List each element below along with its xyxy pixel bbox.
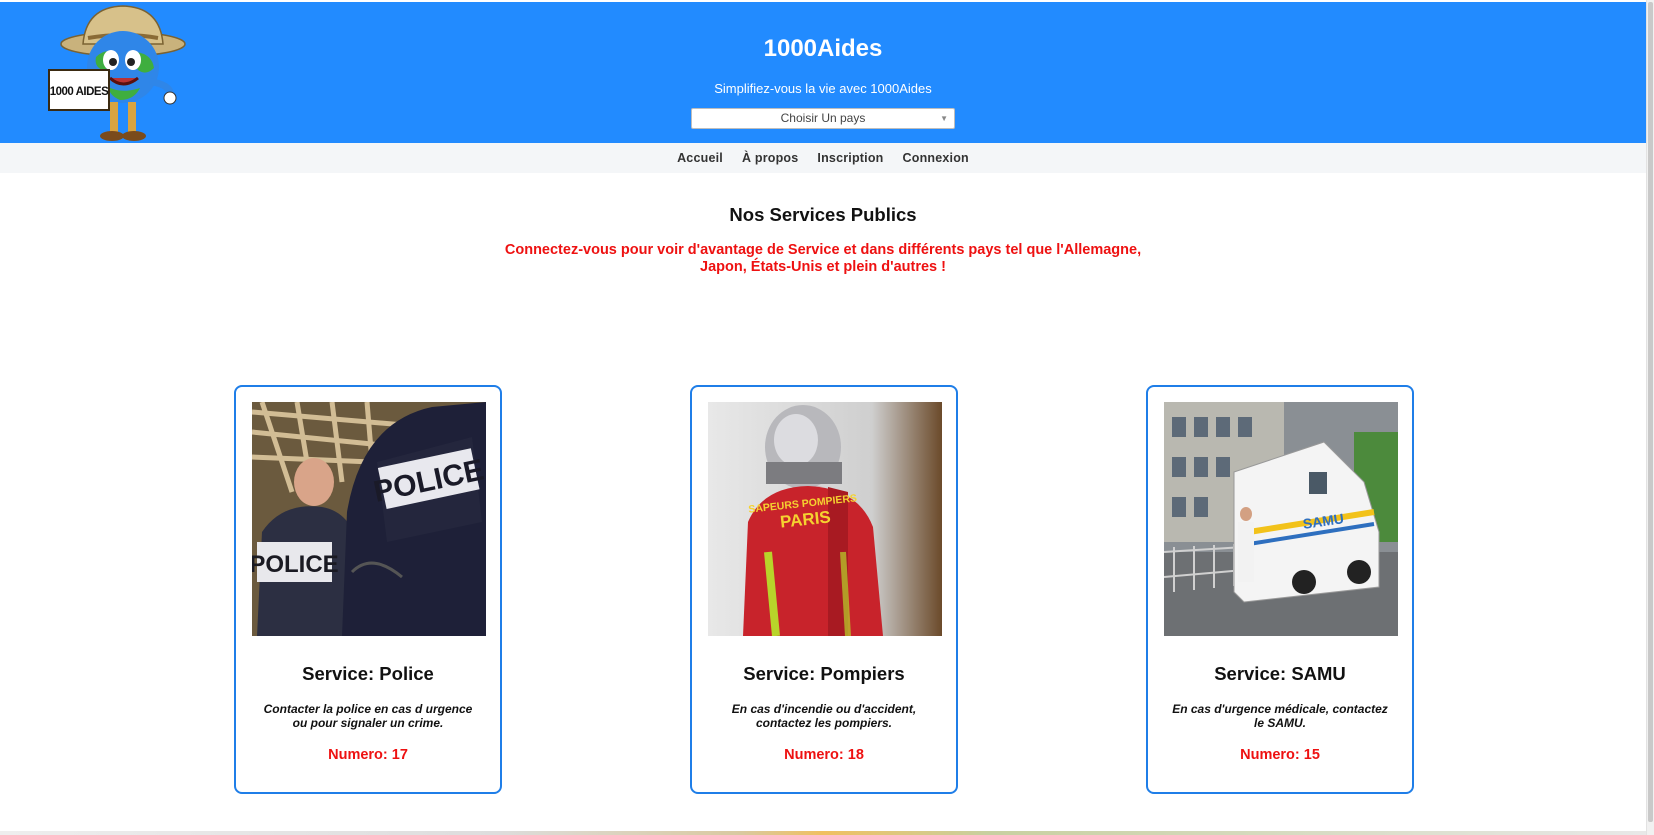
site-header: 1000 AIDES 1000Aides Simplifiez-vous la … (0, 2, 1646, 143)
page-scrollbar[interactable] (1646, 0, 1654, 835)
service-description-line-2: contactez les pompiers. (755, 716, 893, 730)
site-logo[interactable]: 1000 AIDES (48, 2, 198, 145)
next-section-preview (0, 831, 1646, 835)
service-title: Service: Police (302, 663, 434, 684)
site-title: 1000Aides (763, 35, 883, 62)
site-tagline: Simplifiez-vous la vie avec 1000Aides (714, 81, 932, 96)
login-notice: Connectez-vous pour voir d'avantage de S… (493, 242, 1153, 276)
scrollbar-thumb[interactable] (1648, 2, 1653, 822)
nav-item-accueil[interactable]: Accueil (677, 151, 723, 165)
service-description-line-2: ou pour signaler un crime. (292, 716, 444, 730)
service-description-line-1: Contacter la police en cas d urgence (263, 702, 473, 716)
page-title: Nos Services Publics (729, 204, 917, 225)
service-card-pompiers[interactable]: SAPEURS POMPIERS PARIS Service: Pompiers… (690, 385, 958, 794)
service-number: Numero: 18 (784, 747, 864, 763)
service-description: Contacter la police en cas d urgence ou … (256, 702, 480, 730)
service-number: Numero: 15 (1240, 747, 1320, 763)
chevron-down-icon: ▼ (940, 114, 948, 123)
nav-item-a-propos[interactable]: À propos (742, 151, 798, 165)
notice-line-1: Connectez-vous pour voir d'avantage de S… (504, 242, 1142, 258)
pompiers-photo: SAPEURS POMPIERS PARIS (708, 402, 942, 636)
service-description-line-2: le SAMU. (1253, 716, 1306, 730)
service-card-samu[interactable]: SAMU Service: SAMU En cas d'urgence médi… (1146, 385, 1414, 794)
country-select-value: Choisir Un pays (780, 111, 866, 125)
service-title: Service: Pompiers (743, 663, 905, 684)
service-card-police[interactable]: POLICE POLICE Service: Police Contacter … (234, 385, 502, 794)
nav-item-connexion[interactable]: Connexion (903, 151, 969, 165)
service-description: En cas d'incendie ou d'accident, contact… (712, 702, 936, 730)
service-description-line-1: En cas d'urgence médicale, contactez (1172, 702, 1388, 716)
service-title: Service: SAMU (1214, 663, 1346, 684)
country-select[interactable]: Choisir Un pays ▼ (691, 108, 955, 129)
service-description-line-1: En cas d'incendie ou d'accident, (731, 702, 917, 716)
police-photo: POLICE POLICE (252, 402, 486, 636)
photo-police-label-small: POLICE (252, 551, 339, 578)
nav-item-inscription[interactable]: Inscription (817, 151, 883, 165)
main-nav: Accueil À propos Inscription Connexion (0, 143, 1646, 173)
samu-photo: SAMU (1164, 402, 1398, 636)
service-description: En cas d'urgence médicale, contactez le … (1168, 702, 1392, 730)
notice-line-2: Japon, États-Unis et plein d'autres ! (700, 259, 946, 275)
service-number: Numero: 17 (328, 747, 408, 763)
